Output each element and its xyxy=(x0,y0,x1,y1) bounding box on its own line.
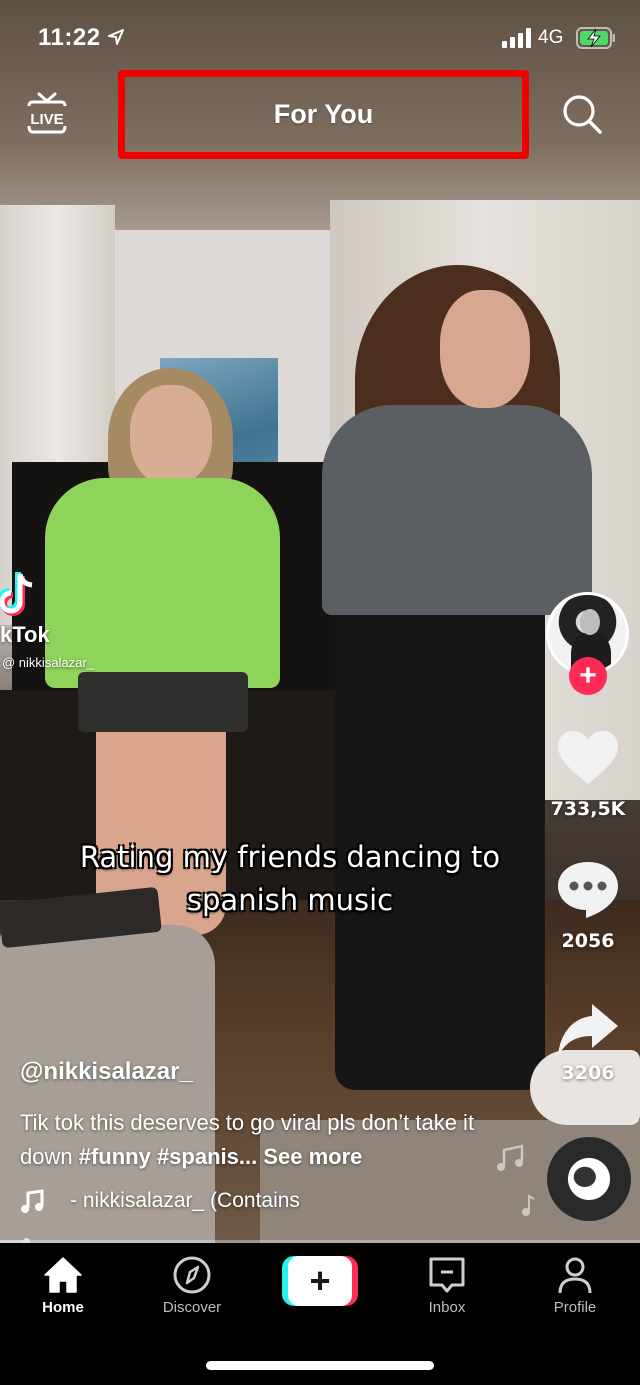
see-more-link[interactable]: See more xyxy=(263,1144,362,1169)
music-row[interactable]: - nikkisalazar_ (Contains xyxy=(20,1186,300,1216)
tab-profile[interactable]: Profile xyxy=(520,1255,630,1325)
tab-home[interactable]: Home xyxy=(8,1255,118,1325)
search-icon[interactable] xyxy=(560,92,604,136)
home-icon xyxy=(44,1257,82,1293)
live-tv-icon[interactable]: LIVE xyxy=(24,92,70,136)
for-you-tab[interactable]: For You xyxy=(118,70,529,159)
music-note-icon xyxy=(21,1189,44,1213)
cellular-signal-icon xyxy=(502,28,531,48)
caption-line-1: Rating my friends dancing to xyxy=(79,840,501,874)
music-disc-button[interactable] xyxy=(547,1137,631,1221)
inbox-message-icon xyxy=(429,1257,465,1293)
bottom-tab-bar: Home Discover + Inbox Profile xyxy=(0,1243,640,1385)
video-person-b-head xyxy=(440,290,530,408)
status-time: 11:22 xyxy=(38,24,101,51)
create-video-button[interactable]: + xyxy=(282,1256,358,1306)
video-person-a-head xyxy=(130,385,212,485)
tiktok-watermark-user: @ nikkisalazar_ xyxy=(2,655,94,670)
battery-charging-icon xyxy=(576,27,615,49)
video-caption-overlay: Rating my friends dancing to spanish mus… xyxy=(40,836,540,922)
floating-music-note-small-icon xyxy=(522,1194,535,1216)
tab-label-discover: Discover xyxy=(162,1299,222,1316)
location-arrow-icon xyxy=(108,29,124,45)
status-bar: 11:22 4G xyxy=(0,0,640,80)
avatar-figure-face xyxy=(580,609,600,635)
hashtags[interactable]: #funny #spanis... xyxy=(79,1144,258,1169)
comment-count: 2056 xyxy=(561,930,615,952)
tab-inbox[interactable]: Inbox xyxy=(392,1255,502,1325)
live-label: LIVE xyxy=(30,111,63,128)
music-disc-cover xyxy=(568,1158,610,1200)
person-icon xyxy=(558,1257,592,1294)
home-indicator[interactable] xyxy=(206,1361,434,1370)
video-person-b-shirt xyxy=(322,405,592,615)
like-count: 733,5K xyxy=(550,798,626,820)
tiktok-watermark-logo-icon xyxy=(0,572,33,616)
floating-music-note-icon xyxy=(497,1144,524,1171)
network-type: 4G xyxy=(538,27,564,48)
music-title: - nikkisalazar_ (Contains xyxy=(70,1189,300,1212)
comment-bubble-icon[interactable] xyxy=(556,858,620,922)
video-person-a-shorts xyxy=(78,672,248,732)
caption-line-2: spanish music xyxy=(186,883,394,917)
tiktok-watermark-brand: kTok xyxy=(0,622,50,647)
share-arrow-icon[interactable] xyxy=(556,1000,620,1064)
post-description: Tik tok this deserves to go viral pls do… xyxy=(20,1106,490,1174)
creator-username[interactable]: @nikkisalazar_ xyxy=(20,1058,193,1086)
for-you-title: For You xyxy=(273,99,374,129)
tab-label-profile: Profile xyxy=(553,1299,597,1316)
follow-button[interactable]: + xyxy=(569,657,607,695)
tab-label-home: Home xyxy=(42,1299,84,1316)
plus-icon: + xyxy=(288,1256,352,1306)
tab-discover[interactable]: Discover xyxy=(137,1255,247,1325)
heart-icon[interactable] xyxy=(556,728,620,792)
compass-icon xyxy=(173,1256,211,1294)
plus-icon: + xyxy=(579,659,597,692)
tab-label-inbox: Inbox xyxy=(428,1299,466,1316)
video-player[interactable] xyxy=(0,0,640,1243)
share-count: 3206 xyxy=(561,1062,615,1084)
